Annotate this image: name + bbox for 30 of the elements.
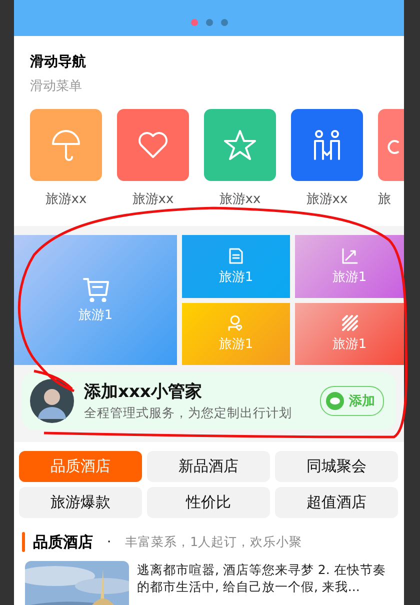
menu-tile[interactable]: 旅游1 [14,235,177,365]
section-subtitle: 滑动菜单 [30,78,83,95]
nav-label: 旅游xx [45,191,87,208]
tile-label: 旅游1 [78,307,113,324]
separator-dot: · [107,534,112,550]
menu-tile[interactable]: 旅游1 [182,303,290,365]
menu-tile[interactable]: 旅游1 [295,303,404,365]
tile-label: 旅游1 [332,268,367,286]
category-tab[interactable]: 品质酒店 [19,451,142,482]
nav-label: 旅游xx [306,191,348,208]
section-title: 品质酒店 [33,532,93,552]
category-tab[interactable]: 旅游爆款 [19,487,142,518]
category-tab[interactable]: 同城聚会 [275,451,398,482]
tile-label: 旅游1 [218,336,254,353]
section-title: 滑动导航 [30,53,87,71]
product-description: 逃离都市喧嚣, 酒店等您来寻梦 2. 在快节奏的都市生活中, 给自己放一个假, 来我... [137,561,387,596]
add-button[interactable]: 添加 [320,386,384,416]
section-subtitle: 丰富菜系，1人起订，欢乐小聚 [125,534,302,550]
nav-label: 旅游xx [219,191,261,208]
card-title: 添加xxx小管家 [84,381,203,403]
tile-label: 旅游1 [332,336,367,353]
category-tab[interactable]: 超值酒店 [275,487,398,518]
menu-tile[interactable]: 旅游1 [295,235,404,298]
card-subtitle: 全程管理式服务，为您定制出行计划 [84,405,293,422]
menu-tile[interactable]: 旅游1 [182,235,290,298]
nav-label: 旅游xx [132,191,174,208]
category-tab[interactable]: 新品酒店 [147,451,270,482]
nav-label: 旅 [378,191,391,208]
tile-label: 旅游1 [218,268,254,286]
category-tab[interactable]: 性价比 [147,487,270,518]
